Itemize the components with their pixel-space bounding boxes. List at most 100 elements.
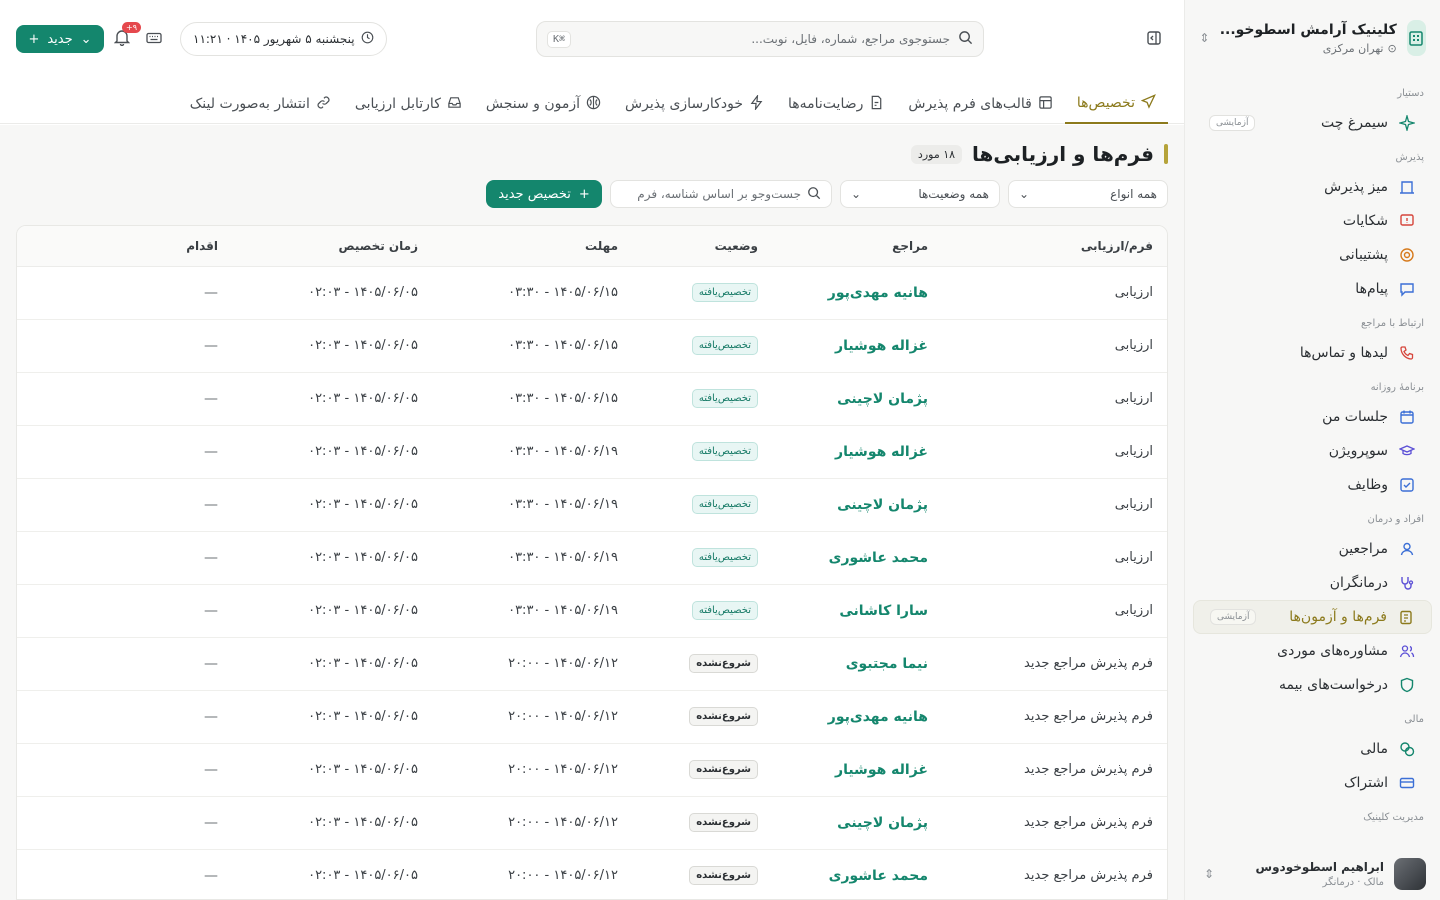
cell-status: تخصیص‌یافته: [632, 266, 772, 320]
cell-action[interactable]: —: [17, 425, 232, 479]
section-finance: مالی: [1404, 714, 1424, 725]
table-row[interactable]: ارزیابی محمد عاشوری تخصیص‌یافته ۱۴۰۵/۰۶/۱۹ …: [17, 531, 1167, 585]
cell-client-link[interactable]: پژمان لاچینی: [772, 372, 942, 426]
cell-deadline: ۱۴۰۵/۰۶/۱۹ - ۰۳:۳۰: [432, 531, 632, 585]
sidebar-item-messages[interactable]: پیام‌ها: [1193, 272, 1432, 306]
sidebar-item-forms[interactable]: فرم‌ها و آزمون‌ها آزمایشی: [1193, 600, 1432, 634]
column-header-client[interactable]: مراجع: [772, 226, 942, 267]
tab-assignments[interactable]: تخصیص‌ها: [1064, 84, 1168, 124]
cell-assigned-time: ۱۴۰۵/۰۶/۰۵ - ۰۲:۰۳: [232, 425, 432, 479]
cell-client-link[interactable]: هانیه مهدی‌پور: [772, 266, 942, 320]
table-row[interactable]: ارزیابی پژمان لاچینی تخصیص‌یافته ۱۴۰۵/۰۶/۱۵…: [17, 372, 1167, 426]
tab-consents[interactable]: رضایت‌نامه‌ها: [776, 84, 896, 124]
cell-action[interactable]: —: [17, 743, 232, 797]
sidebar-item-complaints[interactable]: شکایات: [1193, 204, 1432, 238]
cell-client-link[interactable]: پژمان لاچینی: [772, 478, 942, 532]
cell-status: تخصیص‌یافته: [632, 425, 772, 479]
cell-deadline: ۱۴۰۵/۰۶/۱۲ - ۲۰:۰۰: [432, 690, 632, 744]
cell-status: تخصیص‌یافته: [632, 319, 772, 373]
keyboard-shortcut: ⌘K: [547, 30, 572, 48]
sidebar-item-label: پشتیبانی: [1339, 247, 1388, 263]
sidebar-item-finance[interactable]: مالی: [1193, 732, 1432, 766]
sidebar-item-simorgh-chat[interactable]: سیمرغ چت آزمایشی: [1193, 106, 1432, 140]
table-search-input[interactable]: جست‌وجو بر اساس شناسه، فرم: [610, 180, 832, 208]
chevron-down-icon: ⌄: [1019, 187, 1030, 201]
chevron-updown-icon[interactable]: ⇕: [1199, 867, 1219, 881]
sidebar-item-subscription[interactable]: اشتراک: [1193, 766, 1432, 800]
sidebar-item-clients[interactable]: مراجعین: [1193, 532, 1432, 566]
sidebar-item-label: لیدها و تماس‌ها: [1299, 345, 1388, 361]
sidebar-item-support[interactable]: پشتیبانی: [1193, 238, 1432, 272]
table-row[interactable]: فرم پذیرش مراجع جدید غزاله هوشیار شروع‌نشد…: [17, 743, 1167, 797]
cell-action[interactable]: —: [17, 319, 232, 373]
sidebar-item-supervision[interactable]: سوپرویژن: [1193, 434, 1432, 468]
table-row[interactable]: فرم پذیرش مراجع جدید محمد عاشوری شروع‌نشده…: [17, 849, 1167, 899]
cell-form: ارزیابی: [942, 372, 1167, 426]
cell-form: فرم پذیرش مراجع جدید: [942, 690, 1167, 744]
cell-action[interactable]: —: [17, 531, 232, 585]
cell-action[interactable]: —: [17, 796, 232, 850]
status-filter-select[interactable]: همه وضعیت‌ها ⌄: [840, 180, 1000, 208]
type-filter-select[interactable]: همه انواع ⌄: [1008, 180, 1168, 208]
cell-client-link[interactable]: هانیه مهدی‌پور: [772, 690, 942, 744]
user-menu[interactable]: ابراهیم اسطوخودوس مالک · درمانگر ⇕: [1185, 858, 1440, 890]
current-date: پنجشنبه ۵ شهریور ۱۴۰۵ · ۱۱:۲۱: [193, 32, 355, 46]
sidebar-item-label: شکایات: [1342, 213, 1388, 229]
cell-action[interactable]: —: [17, 266, 232, 320]
column-header-deadline[interactable]: مهلت: [432, 226, 632, 267]
keyboard-icon[interactable]: [146, 30, 162, 50]
tab-intake-automation[interactable]: خودکارسازی پذیرش: [613, 84, 776, 124]
cell-status: تخصیص‌یافته: [632, 584, 772, 638]
sidebar-item-leads[interactable]: لیدها و تماس‌ها: [1193, 336, 1432, 370]
cell-client-link[interactable]: غزاله هوشیار: [772, 425, 942, 479]
new-assignment-button[interactable]: + تخصیص جدید: [486, 180, 602, 208]
cell-client-link[interactable]: غزاله هوشیار: [772, 743, 942, 797]
column-header-assigned-time[interactable]: زمان تخصیص: [232, 226, 432, 267]
table-row[interactable]: ارزیابی سارا کاشانی تخصیص‌یافته ۱۴۰۵/۰۶/۱۹ …: [17, 584, 1167, 638]
column-header-form[interactable]: فرم/ارزیابی: [942, 226, 1167, 267]
cell-form: ارزیابی: [942, 266, 1167, 320]
cell-client-link[interactable]: محمد عاشوری: [772, 531, 942, 585]
chevron-updown-icon[interactable]: ⇕: [1199, 31, 1210, 45]
new-button[interactable]: ⌄ جدید +: [16, 25, 104, 53]
checkbox-icon: [1398, 476, 1416, 494]
table-row[interactable]: ارزیابی پژمان لاچینی تخصیص‌یافته ۱۴۰۵/۰۶/۱۹…: [17, 478, 1167, 532]
cell-action[interactable]: —: [17, 690, 232, 744]
status-badge: شروع‌نشده: [689, 654, 758, 673]
tab-share-link[interactable]: انتشار به‌صورت لینک: [178, 84, 343, 124]
cell-client-link[interactable]: غزاله هوشیار: [772, 319, 942, 373]
section-assistant: دستیار: [1397, 88, 1424, 99]
sidebar-item-tasks[interactable]: وظایف: [1193, 468, 1432, 502]
tab-intake-templates[interactable]: قالب‌های فرم پذیرش: [896, 84, 1065, 124]
tab-assessment-inbox[interactable]: کارتابل ارزیابی: [343, 84, 474, 124]
cell-client-link[interactable]: محمد عاشوری: [772, 849, 942, 899]
cell-assigned-time: ۱۴۰۵/۰۶/۰۵ - ۰۲:۰۳: [232, 637, 432, 691]
table-row[interactable]: فرم پذیرش مراجع جدید نیما مجتبوی شروع‌نشده…: [17, 637, 1167, 691]
table-row[interactable]: فرم پذیرش مراجع جدید هانیه مهدی‌پور شروع‌ن…: [17, 690, 1167, 744]
sidebar-item-insurance[interactable]: درخواست‌های بیمه: [1193, 668, 1432, 702]
table-row[interactable]: فرم پذیرش مراجع جدید پژمان لاچینی شروع‌نشد…: [17, 796, 1167, 850]
cell-client-link[interactable]: سارا کاشانی: [772, 584, 942, 638]
clinic-switcher[interactable]: کلینیک آرامش اسطوخو... ⊙ تهران مرکزی ⇕: [1185, 0, 1440, 76]
sidebar-item-my-sessions[interactable]: جلسات من: [1193, 400, 1432, 434]
table-row[interactable]: ارزیابی غزاله هوشیار تخصیص‌یافته ۱۴۰۵/۰۶/۱۵…: [17, 319, 1167, 373]
column-header-status[interactable]: وضعیت: [632, 226, 772, 267]
table-row[interactable]: ارزیابی غزاله هوشیار تخصیص‌یافته ۱۴۰۵/۰۶/۱۹…: [17, 425, 1167, 479]
sidebar-item-therapists[interactable]: درمانگران: [1193, 566, 1432, 600]
cell-action[interactable]: —: [17, 584, 232, 638]
clinic-name: کلینیک آرامش اسطوخو...: [1219, 21, 1397, 38]
graduation-cap-icon: [1398, 442, 1416, 460]
cell-action[interactable]: —: [17, 849, 232, 899]
cell-client-link[interactable]: پژمان لاچینی: [772, 796, 942, 850]
tab-tests[interactable]: آزمون و سنجش: [474, 84, 613, 124]
cell-action[interactable]: —: [17, 637, 232, 691]
sidebar-item-case-consults[interactable]: مشاوره‌های موردی: [1193, 634, 1432, 668]
cell-assigned-time: ۱۴۰۵/۰۶/۰۵ - ۰۲:۰۳: [232, 743, 432, 797]
sidebar-collapse-icon[interactable]: [1144, 28, 1164, 48]
cell-action[interactable]: —: [17, 372, 232, 426]
table-row[interactable]: ارزیابی هانیه مهدی‌پور تخصیص‌یافته ۱۴۰۵/۰۶/…: [17, 266, 1167, 320]
global-search-input[interactable]: جستوجوی مراجع، شماره، فایل، نوبت... ⌘K: [536, 21, 984, 57]
cell-action[interactable]: —: [17, 478, 232, 532]
sidebar-item-reception-desk[interactable]: میز پذیرش: [1193, 170, 1432, 204]
cell-client-link[interactable]: نیما مجتبوی: [772, 637, 942, 691]
